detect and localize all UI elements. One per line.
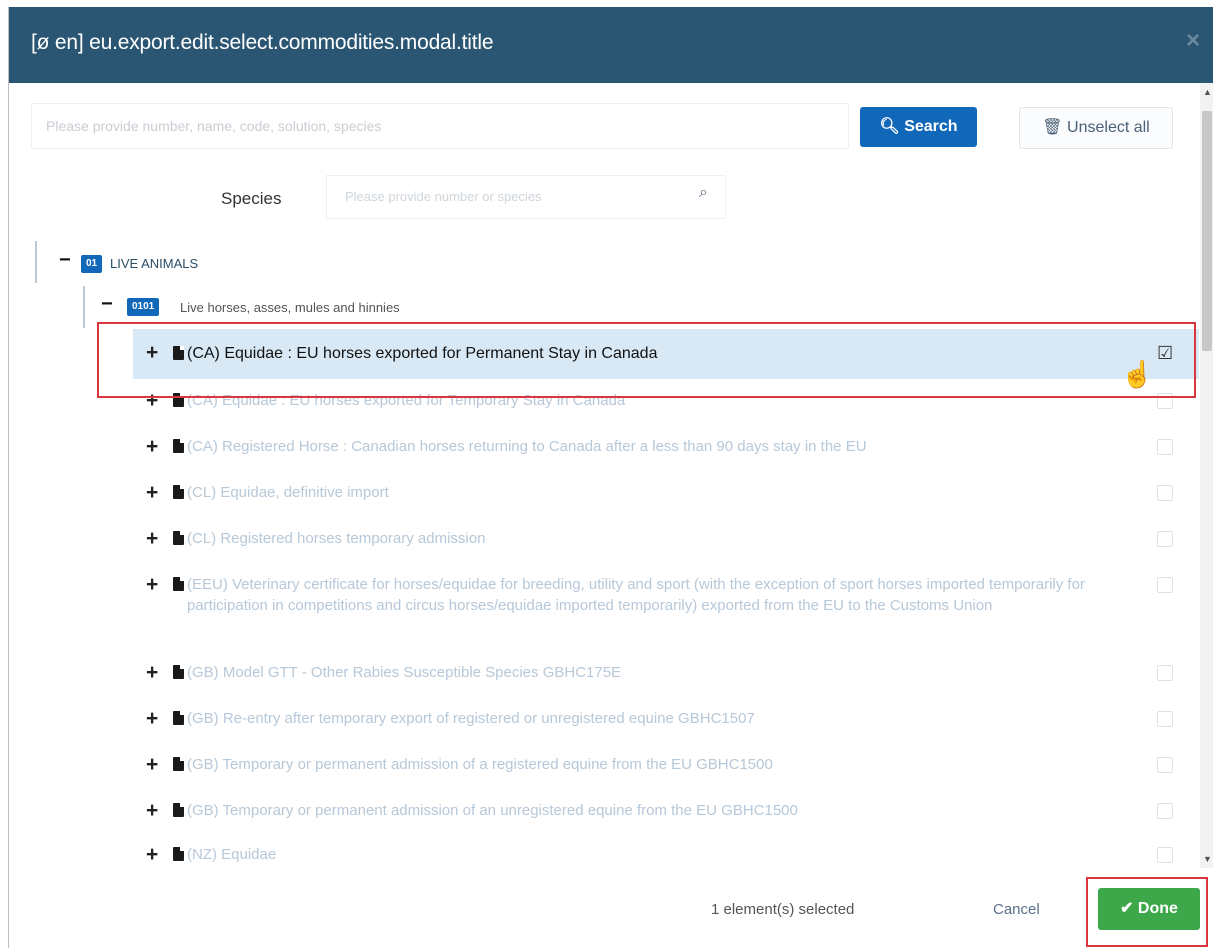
expand-icon[interactable]: +: [146, 435, 158, 459]
document-icon: [173, 803, 184, 817]
hand-cursor-icon: ☝: [1121, 359, 1154, 389]
search-button-label: Search: [904, 118, 958, 135]
collapse-root-toggle[interactable]: −: [59, 249, 71, 272]
search-input[interactable]: Please provide number, name, code, solut…: [31, 103, 849, 149]
group-code-badge: 0101: [127, 298, 160, 316]
document-icon: [173, 485, 184, 499]
unselect-all-button[interactable]: 🗑︎ Unselect all: [1019, 107, 1173, 149]
unselect-all-label: Unselect all: [1067, 119, 1150, 136]
expand-icon[interactable]: +: [146, 753, 158, 777]
item-label: (EEU) Veterinary certificate for horses/…: [187, 576, 1085, 614]
scrollbar[interactable]: ▲ ▼: [1200, 83, 1213, 868]
checkbox[interactable]: [1157, 711, 1173, 727]
document-icon: [173, 847, 184, 861]
search-button[interactable]: 🔍︎ Search: [860, 107, 977, 147]
item-label: (CA) Registered Horse : Canadian horses …: [187, 438, 867, 455]
root-label: LIVE ANIMALS: [110, 256, 199, 271]
checkbox[interactable]: [1157, 577, 1173, 593]
tree-line-group: [83, 286, 85, 328]
expand-icon[interactable]: +: [146, 481, 158, 505]
modal-header: [ø en] eu.export.edit.select.commodities…: [9, 7, 1213, 83]
document-icon: [173, 439, 184, 453]
document-icon: [173, 757, 184, 771]
modal-title: [ø en] eu.export.edit.select.commodities…: [31, 31, 494, 54]
scroll-up-icon[interactable]: ▲: [1203, 87, 1212, 97]
expand-icon[interactable]: +: [146, 527, 158, 551]
item-label: (GB) Temporary or permanent admission of…: [187, 802, 798, 819]
search-icon: 🔍︎: [879, 118, 900, 135]
species-label: Species: [221, 189, 282, 208]
item-label: (NZ) Equidae: [187, 846, 277, 863]
expand-icon[interactable]: +: [146, 707, 158, 731]
expand-icon[interactable]: +: [146, 661, 158, 685]
root-code-badge: 01: [81, 255, 103, 273]
scroll-thumb[interactable]: [1202, 111, 1212, 351]
expand-icon[interactable]: +: [146, 573, 158, 597]
document-icon: [173, 531, 184, 545]
done-highlight-box: [1086, 877, 1208, 947]
species-search-icon[interactable]: ⌕: [699, 184, 708, 202]
item-label: (CL) Equidae, definitive import: [187, 484, 389, 501]
item-label: (CL) Registered horses temporary admissi…: [187, 530, 486, 547]
checkbox[interactable]: [1157, 665, 1173, 681]
scroll-down-icon[interactable]: ▼: [1203, 854, 1212, 864]
group-label: Live horses, asses, mules and hinnies: [180, 300, 400, 315]
selected-count: 1 element(s) selected: [711, 901, 855, 918]
selection-highlight-box: [97, 322, 1196, 398]
select-commodities-modal: [ø en] eu.export.edit.select.commodities…: [8, 7, 1213, 948]
expand-icon[interactable]: +: [146, 843, 158, 867]
modal-footer: 1 element(s) selected Cancel ✔ Done: [9, 868, 1213, 948]
cancel-button[interactable]: Cancel: [993, 901, 1040, 918]
document-icon: [173, 665, 184, 679]
checkbox[interactable]: [1157, 439, 1173, 455]
collapse-group-toggle[interactable]: −: [101, 293, 113, 316]
checkbox[interactable]: [1157, 531, 1173, 547]
trash-icon: 🗑︎: [1042, 119, 1063, 136]
checkbox[interactable]: [1157, 803, 1173, 819]
species-input[interactable]: Please provide number or species: [326, 175, 726, 219]
checkbox[interactable]: [1157, 847, 1173, 863]
checkbox[interactable]: [1157, 757, 1173, 773]
close-icon[interactable]: ×: [1186, 27, 1200, 55]
item-label: (GB) Temporary or permanent admission of…: [187, 756, 773, 773]
document-icon: [173, 711, 184, 725]
expand-icon[interactable]: +: [146, 799, 158, 823]
document-icon: [173, 577, 184, 591]
modal-body: Please provide number, name, code, solut…: [9, 83, 1199, 868]
tree-line-root: [35, 241, 37, 283]
checkbox[interactable]: [1157, 485, 1173, 501]
item-label: (GB) Re-entry after temporary export of …: [187, 710, 755, 727]
item-label: (GB) Model GTT - Other Rabies Susceptibl…: [187, 664, 622, 681]
